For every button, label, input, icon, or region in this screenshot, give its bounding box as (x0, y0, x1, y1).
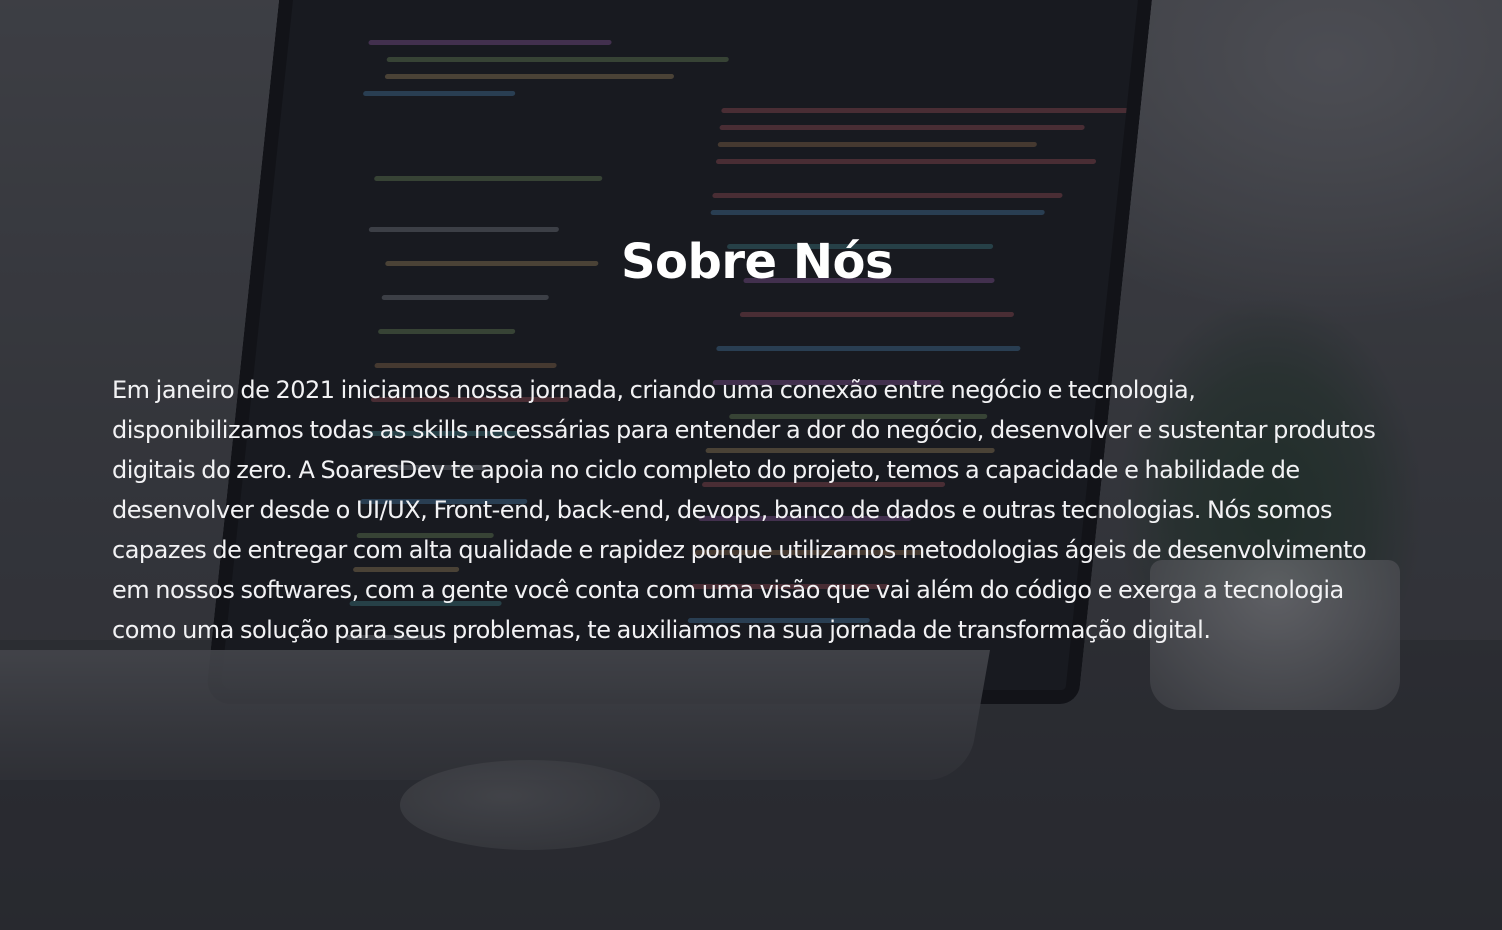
about-content: Sobre Nós Em janeiro de 2021 iniciamos n… (112, 232, 1392, 650)
about-paragraph: Em janeiro de 2021 iniciamos nossa jorna… (112, 376, 1376, 644)
about-section: Sobre Nós Em janeiro de 2021 iniciamos n… (0, 0, 1502, 930)
section-title: Sobre Nós (620, 234, 894, 290)
